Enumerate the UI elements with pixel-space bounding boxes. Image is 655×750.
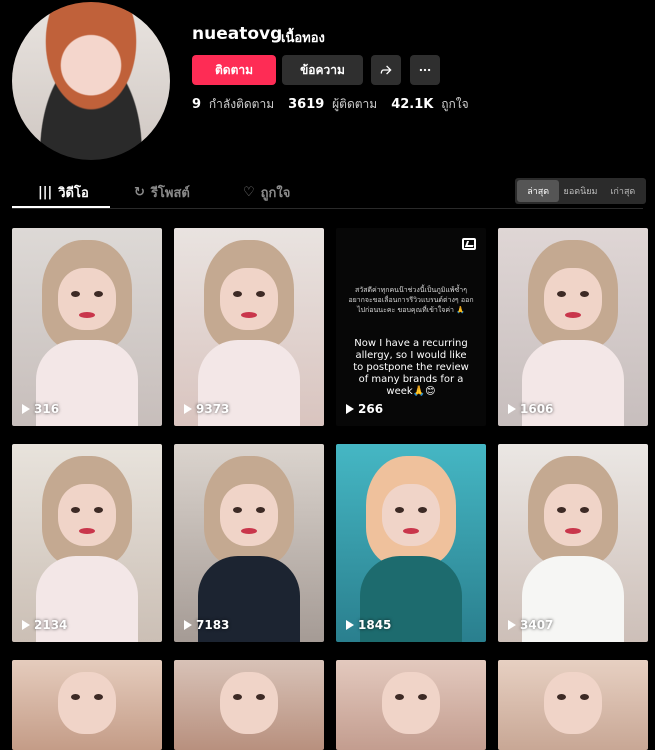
view-count: 3407 — [508, 618, 553, 632]
play-icon — [508, 620, 516, 630]
video-card[interactable] — [336, 660, 486, 750]
tab-divider — [12, 208, 643, 209]
more-icon — [419, 68, 431, 72]
video-card[interactable]: สวัสดีค่าทุกคนน๊าช่วงนี้เป็นภูมิแพ้ซ้ำๆ … — [336, 228, 486, 426]
view-count: 9373 — [184, 402, 229, 416]
nickname: เนื้อทอง — [281, 31, 325, 46]
view-count: 1845 — [346, 618, 391, 632]
sort-options: ล่าสุด ยอดนิยม เก่าสุด — [515, 178, 646, 204]
following-label: กำลังติดตาม — [208, 97, 275, 111]
sort-latest[interactable]: ล่าสุด — [517, 180, 560, 202]
caption-thai: สวัสดีค่าทุกคนน๊าช่วงนี้เป็นภูมิแพ้ซ้ำๆ … — [348, 286, 474, 314]
likes-count: 42.1K — [391, 97, 434, 112]
profile-stats: 9 กำลังติดตาม 3619 ผู้ติดตาม 42.1K ถูกใจ — [192, 95, 469, 114]
sort-popular[interactable]: ยอดนิยม — [559, 180, 601, 202]
view-count: 266 — [346, 402, 383, 416]
video-card[interactable] — [174, 660, 324, 750]
video-card[interactable]: 316 — [12, 228, 162, 426]
photo-icon — [462, 238, 476, 250]
likes-stat[interactable]: 42.1K ถูกใจ — [391, 95, 468, 114]
caption-english: Now I have a recurring allergy, so I wou… — [353, 338, 469, 397]
tab-reposts[interactable]: ↻ รีโพสต์ — [134, 175, 190, 209]
play-icon — [184, 620, 192, 630]
followers-stat[interactable]: 3619 ผู้ติดตาม — [288, 95, 377, 114]
video-card[interactable]: 1606 — [498, 228, 648, 426]
following-stat[interactable]: 9 กำลังติดตาม — [192, 95, 274, 114]
video-card[interactable]: 1845 — [336, 444, 486, 642]
tab-videos[interactable]: ||| วิดีโอ — [38, 175, 89, 209]
grid-icon: ||| — [38, 184, 53, 200]
play-icon — [184, 404, 192, 414]
heart-icon: ♡ — [243, 184, 255, 200]
followers-label: ผู้ติดตาม — [332, 97, 378, 111]
profile-header: nueatovg เนื้อทอง ติดตาม ข้อความ 9 กำลัง… — [0, 0, 655, 170]
tab-likes[interactable]: ♡ ถูกใจ — [243, 175, 290, 209]
repost-icon: ↻ — [134, 184, 145, 200]
share-button[interactable] — [371, 55, 401, 85]
message-button[interactable]: ข้อความ — [282, 55, 363, 85]
video-card[interactable]: 2134 — [12, 444, 162, 642]
username: nueatovg — [192, 24, 283, 44]
followers-count: 3619 — [288, 97, 325, 112]
video-card[interactable]: 3407 — [498, 444, 648, 642]
more-button[interactable] — [410, 55, 440, 85]
likes-label: ถูกใจ — [441, 97, 469, 111]
view-count: 1606 — [508, 402, 553, 416]
view-count: 316 — [22, 402, 59, 416]
play-icon — [346, 620, 354, 630]
video-card[interactable]: 9373 — [174, 228, 324, 426]
play-icon — [508, 404, 516, 414]
share-icon — [380, 65, 392, 75]
follow-button[interactable]: ติดตาม — [192, 55, 276, 85]
play-icon — [22, 404, 30, 414]
video-card[interactable]: 7183 — [174, 444, 324, 642]
view-count: 2134 — [22, 618, 67, 632]
video-card[interactable] — [498, 660, 648, 750]
following-count: 9 — [192, 97, 202, 112]
play-icon — [346, 404, 354, 414]
avatar[interactable] — [12, 2, 170, 160]
view-count: 7183 — [184, 618, 229, 632]
play-icon — [22, 620, 30, 630]
sort-oldest[interactable]: เก่าสุด — [602, 180, 644, 202]
video-card[interactable] — [12, 660, 162, 750]
